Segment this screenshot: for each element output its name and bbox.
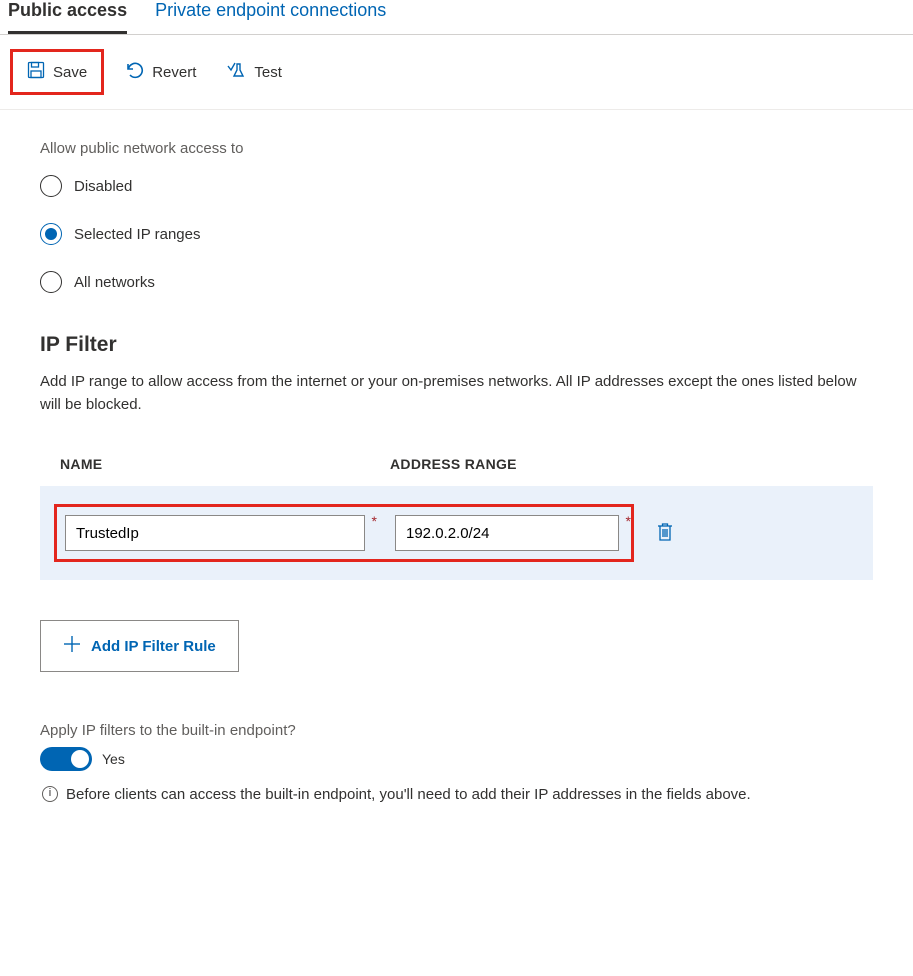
revert-button[interactable]: Revert <box>114 54 206 90</box>
radio-disabled[interactable]: Disabled <box>40 175 873 197</box>
apply-builtin-value: Yes <box>102 751 125 767</box>
radio-dot-icon <box>45 228 57 240</box>
highlight-save: Save <box>10 49 104 95</box>
rule-name-input[interactable] <box>65 515 365 551</box>
test-button[interactable]: Test <box>216 54 292 90</box>
ip-filter-description: Add IP range to allow access from the in… <box>40 371 873 416</box>
tab-private-endpoint-connections[interactable]: Private endpoint connections <box>155 0 386 34</box>
apply-builtin-label: Apply IP filters to the built-in endpoin… <box>40 722 873 739</box>
range-field-wrap: * <box>395 515 619 551</box>
info-icon: i <box>42 786 58 802</box>
access-label: Allow public network access to <box>40 140 873 157</box>
required-mark: * <box>372 513 377 529</box>
undo-icon <box>124 60 144 84</box>
radio-all-networks[interactable]: All networks <box>40 271 873 293</box>
add-rule-label: Add IP Filter Rule <box>91 638 216 655</box>
required-mark: * <box>626 513 631 529</box>
radio-selected-ip[interactable]: Selected IP ranges <box>40 223 873 245</box>
apply-builtin-toggle-row: Yes <box>40 747 873 771</box>
main-content: Allow public network access to Disabled … <box>0 110 913 826</box>
ip-filter-row: * * <box>40 486 873 580</box>
tab-public-access[interactable]: Public access <box>8 0 127 34</box>
toggle-knob <box>71 750 89 768</box>
builtin-note-text: Before clients can access the built-in e… <box>66 783 751 806</box>
radio-disabled-label: Disabled <box>74 178 132 195</box>
column-address-range: ADDRESS RANGE <box>390 456 873 472</box>
delete-rule-button[interactable] <box>656 522 674 545</box>
builtin-note: i Before clients can access the built-in… <box>40 783 873 806</box>
name-field-wrap: * <box>65 515 365 551</box>
revert-label: Revert <box>152 64 196 81</box>
radio-circle-icon <box>40 271 62 293</box>
tab-bar: Public access Private endpoint connectio… <box>0 0 913 35</box>
save-label: Save <box>53 64 87 81</box>
test-label: Test <box>254 64 282 81</box>
radio-all-label: All networks <box>74 274 155 291</box>
save-button[interactable]: Save <box>17 55 97 89</box>
toolbar: Save Revert Test <box>0 35 913 110</box>
rule-range-input[interactable] <box>395 515 619 551</box>
add-ip-filter-rule-button[interactable]: Add IP Filter Rule <box>40 620 239 672</box>
plus-icon <box>63 635 81 657</box>
highlight-inputs: * * <box>54 504 634 562</box>
radio-circle-icon <box>40 223 62 245</box>
column-name: NAME <box>60 456 390 472</box>
apply-builtin-toggle[interactable] <box>40 747 92 771</box>
access-radio-group: Disabled Selected IP ranges All networks <box>40 175 873 293</box>
trash-icon <box>656 529 674 545</box>
save-icon <box>27 61 45 83</box>
ip-filter-title: IP Filter <box>40 333 873 357</box>
test-icon <box>226 60 246 84</box>
ip-filter-table-header: NAME ADDRESS RANGE <box>40 456 873 486</box>
radio-selected-ip-label: Selected IP ranges <box>74 226 200 243</box>
radio-circle-icon <box>40 175 62 197</box>
